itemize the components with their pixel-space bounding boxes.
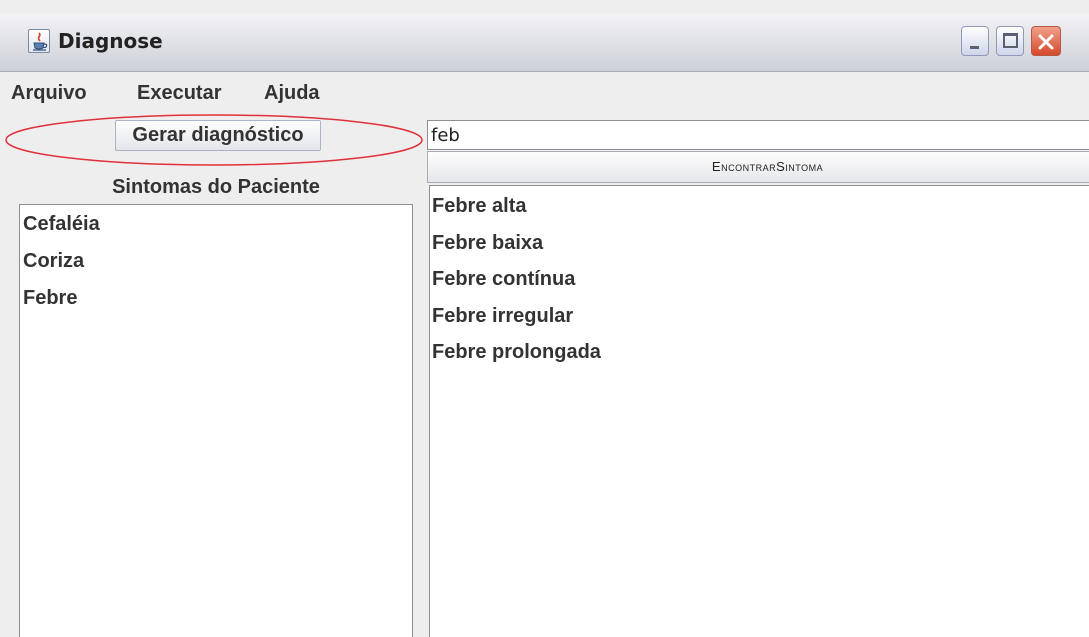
symptom-search-input[interactable] (427, 120, 1089, 150)
menu-executar[interactable]: Executar (137, 82, 222, 105)
java-cup-icon (28, 29, 50, 53)
minimize-button[interactable] (961, 26, 989, 56)
find-symptom-button[interactable]: EncontrarSintoma (427, 151, 1089, 183)
close-button[interactable] (1031, 26, 1061, 56)
generate-diagnosis-button[interactable]: Gerar diagnóstico (115, 120, 321, 151)
diagnose-window: Diagnose Arquivo Executar Ajuda Gerar di… (0, 0, 1089, 637)
list-item[interactable]: Febre prolongada (432, 341, 601, 364)
menu-bar: Arquivo Executar Ajuda (0, 73, 1089, 117)
list-item[interactable]: Coriza (23, 250, 84, 273)
patient-symptoms-list[interactable]: Cefaléia Coriza Febre (19, 204, 413, 637)
symptoms-heading: Sintomas do Paciente (112, 176, 320, 198)
title-bar[interactable]: Diagnose (0, 14, 1089, 72)
list-item[interactable]: Febre alta (432, 195, 526, 218)
list-item[interactable]: Febre contínua (432, 268, 575, 291)
list-item[interactable]: Febre (23, 287, 77, 310)
list-item[interactable]: Febre baixa (432, 232, 543, 255)
menu-arquivo[interactable]: Arquivo (11, 82, 87, 105)
list-item[interactable]: Febre irregular (432, 305, 573, 328)
maximize-icon (1003, 33, 1018, 48)
menu-ajuda[interactable]: Ajuda (264, 82, 320, 105)
symptom-results-list[interactable]: Febre alta Febre baixa Febre contínua Fe… (429, 185, 1089, 637)
maximize-button[interactable] (996, 26, 1024, 56)
window-title: Diagnose (58, 29, 163, 53)
minimize-icon (970, 46, 979, 49)
list-item[interactable]: Cefaléia (23, 213, 100, 236)
